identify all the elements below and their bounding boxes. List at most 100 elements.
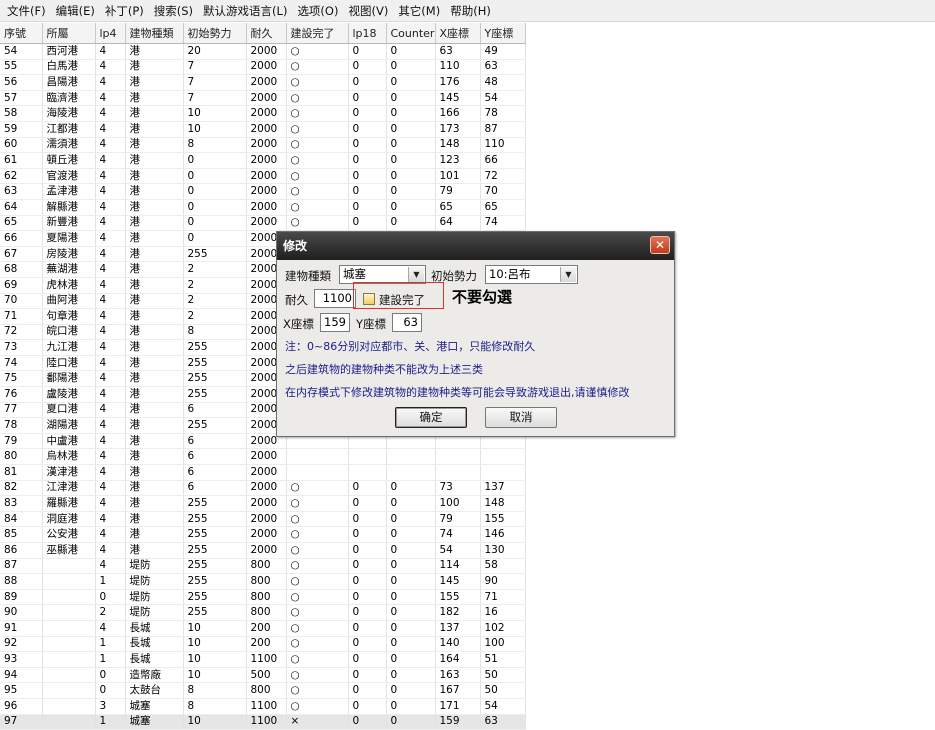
menu-default-language[interactable]: 默认游戏语言(L) <box>200 3 294 19</box>
table-row[interactable]: 57 臨濟港 4 港 7 2000 ○ 0 0 145 54 <box>0 90 526 107</box>
table-row[interactable]: 80 烏林港 4 港 6 2000 <box>0 448 526 466</box>
table-row[interactable]: 61 頓丘港 4 港 0 2000 ○ 0 0 123 66 <box>0 152 526 169</box>
column-header[interactable]: 所屬 <box>42 23 96 44</box>
table-row[interactable]: 65 新豐港 4 港 0 2000 ○ 0 0 64 74 <box>0 215 526 232</box>
table-row[interactable]: 82 江津港 4 港 6 2000 ○ 0 0 73 137 <box>0 480 526 497</box>
table-cell: 68 <box>0 261 43 278</box>
table-row[interactable]: 54 西河港 4 港 20 2000 ○ 0 0 63 49 <box>0 43 526 60</box>
table-cell: ○ <box>286 215 349 232</box>
column-header[interactable]: 耐久 <box>246 23 287 44</box>
table-row[interactable]: 93 1 長城 10 1100 ○ 0 0 164 51 <box>0 651 526 668</box>
column-header[interactable]: 建設完了 <box>286 23 349 44</box>
table-cell: 0 <box>386 636 436 653</box>
table-cell: 陸口港 <box>42 355 96 372</box>
table-row[interactable]: 58 海陵港 4 港 10 2000 ○ 0 0 166 78 <box>0 105 526 122</box>
table-cell: 63 <box>0 183 43 200</box>
table-row[interactable]: 89 0 堤防 255 800 ○ 0 0 155 71 <box>0 589 526 606</box>
menu-options[interactable]: 选项(O) <box>294 3 345 19</box>
table-row[interactable]: 62 官渡港 4 港 0 2000 ○ 0 0 101 72 <box>0 168 526 185</box>
table-cell: 200 <box>246 620 287 637</box>
table-cell: 江都港 <box>42 121 96 138</box>
close-icon[interactable]: ✕ <box>650 236 670 254</box>
table-row[interactable]: 60 濡須港 4 港 8 2000 ○ 0 0 148 110 <box>0 137 526 154</box>
table-row[interactable]: 97 1 城塞 10 1100 × 0 0 159 63 <box>0 714 526 730</box>
table-cell: 167 <box>435 682 481 699</box>
table-cell: 0 <box>183 199 247 216</box>
table-row[interactable]: 59 江都港 4 港 10 2000 ○ 0 0 173 87 <box>0 121 526 138</box>
cancel-button[interactable]: 取消 <box>485 407 557 428</box>
table-row[interactable]: 63 孟津港 4 港 0 2000 ○ 0 0 79 70 <box>0 183 526 200</box>
table-row[interactable]: 91 4 長城 10 200 ○ 0 0 137 102 <box>0 620 526 637</box>
y-coord-label: Y座標 <box>356 317 387 331</box>
table-cell: 90 <box>0 604 43 621</box>
table-cell: 4 <box>95 59 126 76</box>
table-cell: 6 <box>183 480 247 497</box>
table-cell: 2000 <box>246 480 287 497</box>
table-cell: 4 <box>95 386 126 403</box>
table-row[interactable]: 94 0 造幣廠 10 500 ○ 0 0 163 50 <box>0 667 526 684</box>
column-header[interactable]: Counter <box>386 23 436 44</box>
table-cell: 港 <box>125 526 184 543</box>
table-cell: 155 <box>480 511 526 528</box>
table-cell: 0 <box>386 620 436 637</box>
column-header[interactable]: lp4 <box>95 23 126 44</box>
table-row[interactable]: 84 洞庭港 4 港 255 2000 ○ 0 0 79 155 <box>0 511 526 528</box>
table-cell: 太鼓台 <box>125 682 184 699</box>
table-cell: 長城 <box>125 651 184 668</box>
table-row[interactable]: 88 1 堤防 255 800 ○ 0 0 145 90 <box>0 573 526 590</box>
table-cell: 110 <box>435 59 481 76</box>
menu-search[interactable]: 搜索(S) <box>151 3 200 19</box>
menu-other[interactable]: 其它(M) <box>395 3 447 19</box>
table-cell: ○ <box>286 651 349 668</box>
table-row[interactable]: 83 羅縣港 4 港 255 2000 ○ 0 0 100 148 <box>0 495 526 512</box>
column-header[interactable]: X座標 <box>435 23 481 44</box>
column-header[interactable]: Y座標 <box>480 23 526 44</box>
table-row[interactable]: 95 0 太鼓台 8 800 ○ 0 0 167 50 <box>0 682 526 699</box>
table-row[interactable]: 96 3 城塞 8 1100 ○ 0 0 171 54 <box>0 698 526 715</box>
table-cell: 10 <box>183 714 247 730</box>
table-row[interactable]: 92 1 長城 10 200 ○ 0 0 140 100 <box>0 636 526 653</box>
menu-patch[interactable]: 补丁(P) <box>102 3 151 19</box>
menu-edit[interactable]: 编辑(E) <box>53 3 102 19</box>
table-row[interactable]: 55 白馬港 4 港 7 2000 ○ 0 0 110 63 <box>0 59 526 76</box>
table-cell: 4 <box>95 433 126 450</box>
table-cell: ○ <box>286 105 349 122</box>
table-cell <box>42 589 96 606</box>
table-row[interactable]: 90 2 堤防 255 800 ○ 0 0 182 16 <box>0 604 526 621</box>
table-row[interactable]: 81 漢津港 4 港 6 2000 <box>0 464 526 481</box>
table-cell: 71 <box>480 589 526 606</box>
y-coord-input[interactable]: 63 <box>392 313 422 332</box>
menu-help[interactable]: 帮助(H) <box>447 3 498 19</box>
table-row[interactable]: 64 解縣港 4 港 0 2000 ○ 0 0 65 65 <box>0 199 526 216</box>
table-cell: 0 <box>386 480 436 497</box>
ok-button[interactable]: 确定 <box>395 407 467 428</box>
menu-view[interactable]: 视图(V) <box>345 3 395 19</box>
table-cell: 255 <box>183 573 247 590</box>
table-cell: 73 <box>435 480 481 497</box>
column-header[interactable]: 序號 <box>0 23 43 44</box>
menu-file[interactable]: 文件(F) <box>4 3 53 19</box>
table-row[interactable]: 85 公安港 4 港 255 2000 ○ 0 0 74 146 <box>0 526 526 543</box>
table-cell: 港 <box>125 386 184 403</box>
durability-input[interactable]: 1100 <box>314 289 356 308</box>
table-row[interactable]: 87 4 堤防 255 800 ○ 0 0 114 58 <box>0 558 526 575</box>
table-cell: 0 <box>386 215 436 232</box>
table-cell <box>42 714 96 730</box>
column-header[interactable]: lp18 <box>348 23 387 44</box>
table-cell: 4 <box>95 137 126 154</box>
column-header[interactable]: 初始勢力 <box>183 23 247 44</box>
table-cell: 4 <box>95 152 126 169</box>
initial-force-select[interactable]: 10:呂布 ▼ <box>485 265 578 284</box>
x-coord-input[interactable]: 159 <box>320 313 350 332</box>
table-cell: 4 <box>95 370 126 388</box>
table-cell: 孟津港 <box>42 183 96 200</box>
table-cell: 171 <box>435 698 481 715</box>
table-cell: 0 <box>95 589 126 606</box>
table-cell: 67 <box>0 246 43 263</box>
table-cell: 0 <box>386 573 436 590</box>
table-cell: 1100 <box>246 651 287 668</box>
table-row[interactable]: 56 昌陽港 4 港 7 2000 ○ 0 0 176 48 <box>0 74 526 91</box>
table-cell: 91 <box>0 620 43 637</box>
column-header[interactable]: 建物種類 <box>125 23 184 44</box>
table-row[interactable]: 86 巫縣港 4 港 255 2000 ○ 0 0 54 130 <box>0 542 526 559</box>
